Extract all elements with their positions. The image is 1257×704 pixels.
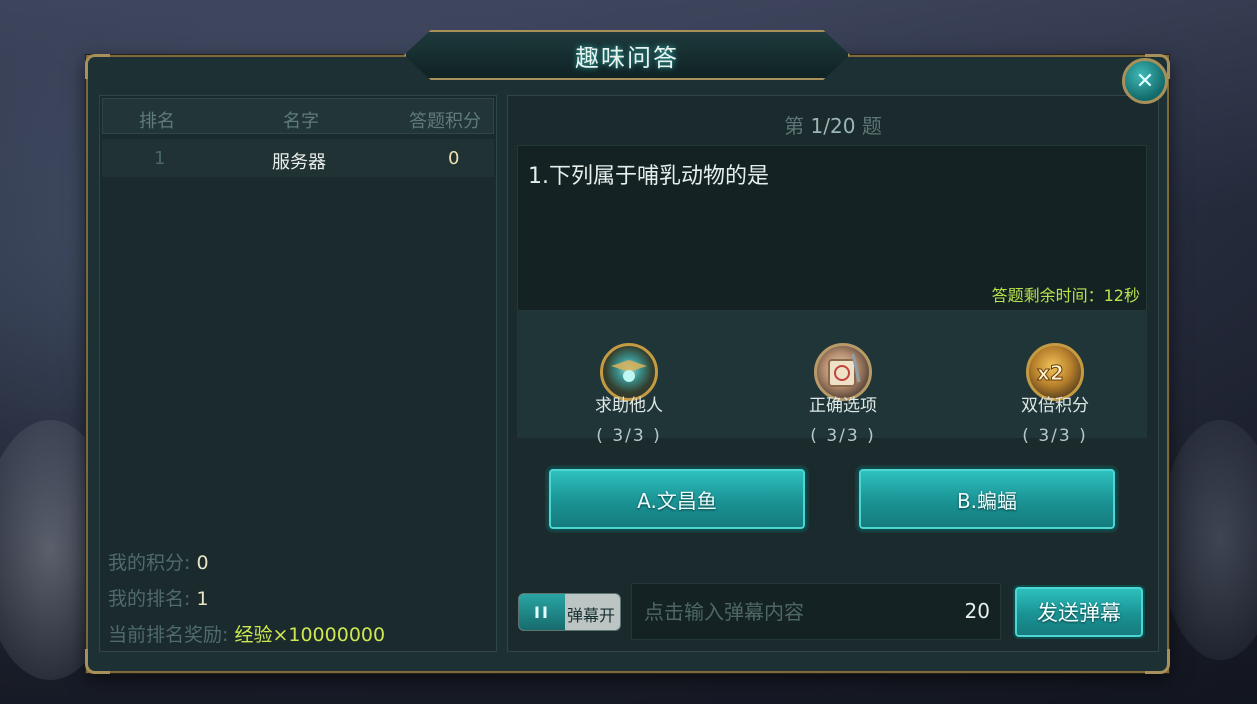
corner-ornament xyxy=(85,54,110,79)
dialog-title: 趣味问答 xyxy=(575,43,679,72)
answer-a-label: A.文昌鱼 xyxy=(637,488,717,513)
row-rank: 1 xyxy=(154,148,166,169)
tool-correct-option-label: 正确选项 xyxy=(809,396,877,416)
time-remaining: 答题剩余时间：12秒 xyxy=(991,286,1140,305)
tool-help-others-count: ( 3/3 ) xyxy=(596,426,662,446)
danmu-char-limit: 20 xyxy=(964,599,990,623)
my-rank-label: 我的排名: xyxy=(108,588,191,610)
header-rank: 排名 xyxy=(139,111,175,132)
tool-double-score-label: 双倍积分 xyxy=(1021,396,1089,416)
send-danmu-button[interactable]: 发送弹幕 xyxy=(1013,585,1145,639)
reward-line: 当前排名奖励: 经验×10000000 xyxy=(108,620,385,647)
progress-suffix: 题 xyxy=(861,114,882,138)
danmu-toggle-label: 弹幕开 xyxy=(567,606,616,625)
my-score-value: 0 xyxy=(196,552,209,574)
ranking-header: 排名 名字 答题积分 xyxy=(102,98,494,134)
tool-double-score[interactable]: x2 双倍积分 ( 3/3 ) xyxy=(985,343,1125,446)
danmu-toggle[interactable]: II 弹幕开 xyxy=(518,593,621,631)
my-score-line: 我的积分: 0 xyxy=(108,548,209,575)
danmu-input[interactable] xyxy=(642,596,946,628)
my-rank-line: 我的排名: 1 xyxy=(108,584,209,611)
tool-double-score-count: ( 3/3 ) xyxy=(1022,426,1088,446)
tool-correct-option-count: ( 3/3 ) xyxy=(810,426,876,446)
corner-ornament xyxy=(85,649,110,674)
reward-value: 经验×10000000 xyxy=(234,624,386,646)
dialog-title-plate: 趣味问答 xyxy=(404,30,850,80)
progress-prefix: 第 xyxy=(784,114,805,138)
answer-button-a[interactable]: A.文昌鱼 xyxy=(547,467,807,531)
my-rank-value: 1 xyxy=(196,588,209,610)
send-danmu-label: 发送弹幕 xyxy=(1037,601,1121,625)
pause-icon: II xyxy=(519,594,565,630)
header-score: 答题积分 xyxy=(409,111,481,132)
reward-label: 当前排名奖励: xyxy=(108,624,229,646)
close-icon: ✕ xyxy=(1135,68,1155,94)
question-progress: 第 1/20 题 xyxy=(508,110,1158,139)
header-name: 名字 xyxy=(283,111,319,132)
corner-ornament xyxy=(1145,649,1170,674)
danmu-input-box[interactable]: 20 xyxy=(631,583,1001,640)
row-name: 服务器 xyxy=(272,152,326,173)
answer-b-label: B.蝙蝠 xyxy=(956,488,1018,513)
tool-help-others-label: 求助他人 xyxy=(595,396,663,416)
ranking-panel: 排名 名字 答题积分 1 服务器 0 我的积分: 0 我的排名: 1 当前排名奖… xyxy=(99,95,497,652)
question-panel: 第 1/20 题 1.下列属于哺乳动物的是 答题剩余时间：12秒 求助他人 ( … xyxy=(507,95,1159,652)
ranking-row[interactable]: 1 服务器 0 xyxy=(102,139,494,177)
tool-bar: 求助他人 ( 3/3 ) 正确选项 ( 3/3 ) x2 双倍积分 ( 3/3 … xyxy=(517,311,1147,446)
tool-correct-option[interactable]: 正确选项 ( 3/3 ) xyxy=(773,343,913,446)
question-box: 1.下列属于哺乳动物的是 答题剩余时间：12秒 xyxy=(517,145,1147,311)
tool-help-others[interactable]: 求助他人 ( 3/3 ) xyxy=(559,343,699,446)
toggle-icon-glyph: II xyxy=(534,602,550,622)
row-score: 0 xyxy=(448,148,460,169)
my-score-label: 我的积分: xyxy=(108,552,191,574)
progress-number: 1/20 xyxy=(810,114,856,138)
question-text: 1.下列属于哺乳动物的是 xyxy=(528,164,769,189)
svg-text:x2: x2 xyxy=(1037,361,1064,385)
answer-button-b[interactable]: B.蝙蝠 xyxy=(857,467,1117,531)
close-button[interactable]: ✕ xyxy=(1122,58,1168,104)
